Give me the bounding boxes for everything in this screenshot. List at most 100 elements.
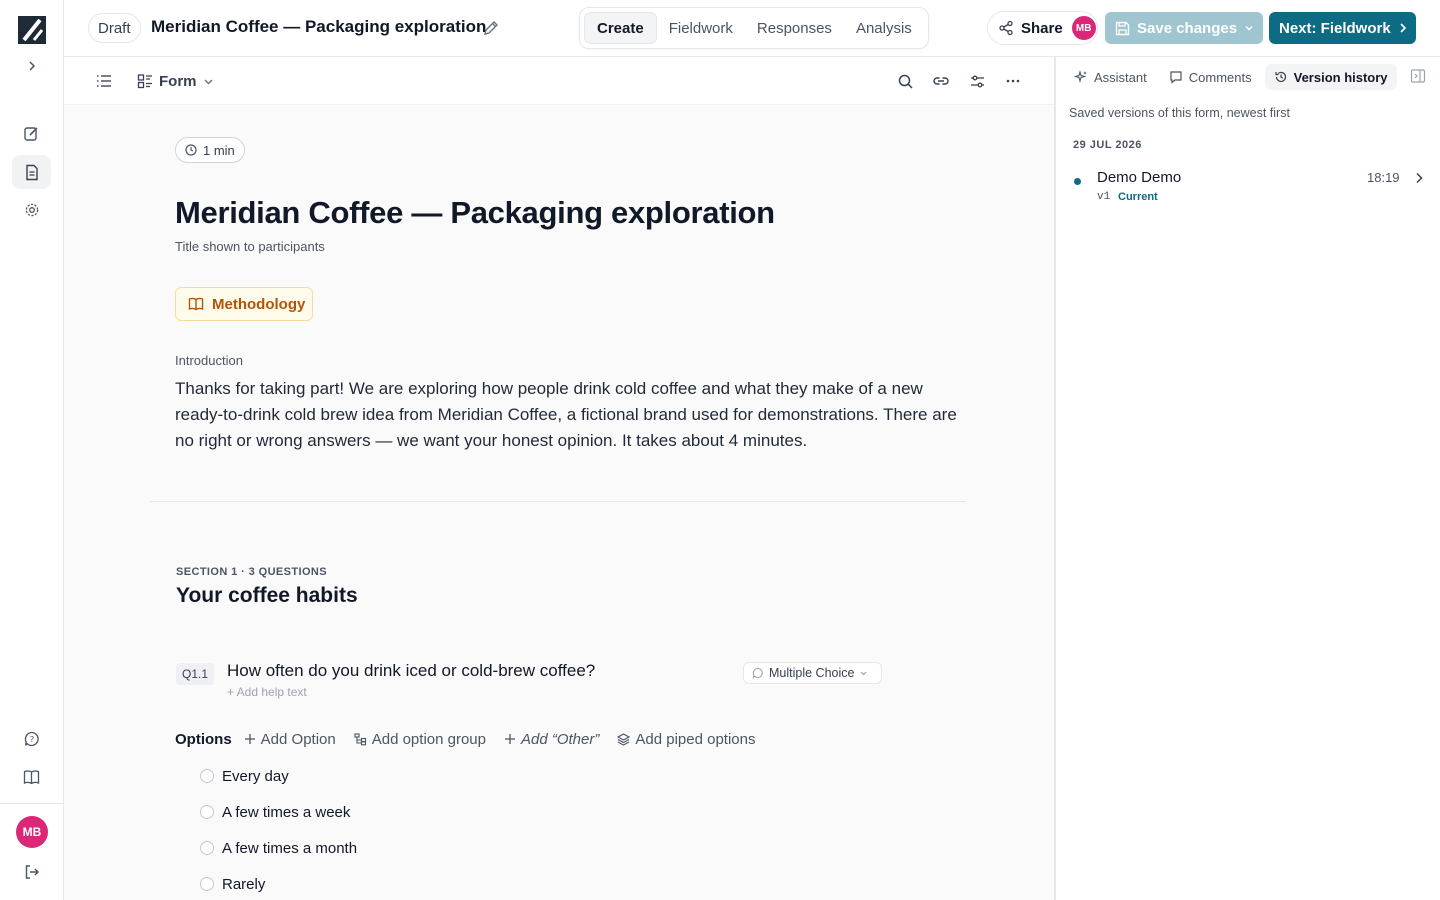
- rail-forms-button[interactable]: [12, 155, 51, 189]
- share-button[interactable]: Share MB: [987, 11, 1098, 45]
- expand-sidebar-icon[interactable]: [22, 56, 42, 76]
- more-options-button[interactable]: [1002, 70, 1024, 92]
- logout-icon: [25, 865, 39, 879]
- panel-tab-assistant[interactable]: Assistant: [1065, 64, 1156, 90]
- book-open-icon: [188, 297, 204, 311]
- chevron-down-icon: [204, 79, 212, 84]
- logic-settings-button[interactable]: [966, 70, 988, 92]
- tab-fieldwork[interactable]: Fieldwork: [657, 12, 745, 44]
- question-type-select[interactable]: Multiple Choice: [743, 662, 882, 684]
- share-avatar: MB: [1071, 16, 1096, 40]
- outline-list-icon[interactable]: [94, 71, 114, 91]
- panel-tab-version-history[interactable]: Version history: [1264, 64, 1397, 90]
- history-icon: [1275, 71, 1286, 83]
- clock-icon: [185, 144, 197, 156]
- plus-icon: [505, 734, 515, 744]
- version-history-description: Saved versions of this form, newest firs…: [1069, 106, 1290, 120]
- top-bar: Draft Meridian Coffee — Packaging explor…: [64, 0, 1440, 57]
- question-number: Q1.1: [176, 663, 215, 685]
- tree-group-icon: [354, 732, 366, 745]
- save-label: Save changes: [1137, 19, 1238, 37]
- rail-settings-button[interactable]: [12, 193, 51, 227]
- chevron-right-icon[interactable]: [1412, 171, 1426, 185]
- question-type-label: Multiple Choice: [769, 666, 855, 680]
- view-selector-label: Form: [159, 72, 197, 90]
- link-icon: [933, 77, 949, 85]
- document-icon: [25, 164, 38, 180]
- rail-edit-button[interactable]: [12, 116, 51, 150]
- duration-value: 1 min: [203, 142, 235, 158]
- chevron-right-icon: [1400, 23, 1406, 33]
- search-button[interactable]: [894, 70, 916, 92]
- view-selector[interactable]: Form: [137, 70, 214, 92]
- add-piped-options-label: Add piped options: [635, 730, 756, 748]
- section-title[interactable]: Your coffee habits: [176, 584, 358, 608]
- plus-icon: [244, 734, 255, 744]
- tab-responses[interactable]: Responses: [745, 12, 844, 44]
- help-chat-icon: ?: [24, 731, 39, 747]
- radio-button[interactable]: [200, 841, 214, 855]
- rail-help-button[interactable]: ?: [12, 722, 51, 756]
- add-option-group-button[interactable]: Add option group: [354, 731, 486, 748]
- share-label: Share: [1021, 19, 1063, 37]
- speech-bubble-icon: [752, 667, 763, 679]
- methodology-label: Methodology: [212, 295, 306, 313]
- radio-button[interactable]: [200, 769, 214, 783]
- panel-tab-label: Comments: [1188, 69, 1252, 85]
- add-help-text-link[interactable]: + Add help text: [227, 685, 307, 699]
- title-hint: Title shown to participants: [175, 239, 325, 254]
- introduction-text[interactable]: Thanks for taking part! We are exploring…: [175, 376, 965, 454]
- panel-tab-label: Version history: [1293, 69, 1388, 85]
- add-option-button[interactable]: Add Option: [244, 731, 336, 748]
- options-toolbar: Options Add Option Add option group Add …: [175, 729, 773, 749]
- next-fieldwork-button[interactable]: Next: Fieldwork: [1269, 12, 1416, 44]
- add-piped-options-button[interactable]: Add piped options: [617, 731, 755, 748]
- link-button[interactable]: [930, 70, 952, 92]
- sliders-icon: [970, 75, 984, 87]
- status-badge: Draft: [88, 13, 141, 43]
- add-other-button[interactable]: Add “Other”: [504, 731, 599, 748]
- add-option-group-label: Add option group: [371, 730, 486, 748]
- more-horizontal-icon: [1006, 79, 1020, 83]
- add-other-label: Add “Other”: [521, 730, 600, 748]
- side-panel: Assistant Comments Version history Saved…: [1054, 57, 1440, 900]
- panel-tabs: Assistant Comments Version history: [1065, 64, 1397, 90]
- layers-icon: [617, 732, 631, 746]
- logout-button[interactable]: [12, 855, 51, 889]
- next-label: Next: Fieldwork: [1279, 19, 1391, 37]
- save-changes-button[interactable]: Save changes: [1105, 12, 1263, 44]
- radio-button[interactable]: [200, 805, 214, 819]
- option-label: A few times a week: [222, 803, 351, 821]
- methodology-button[interactable]: Methodology: [175, 287, 313, 321]
- chevron-down-icon: [861, 671, 867, 675]
- panel-tab-comments[interactable]: Comments: [1160, 64, 1261, 90]
- rail-docs-button[interactable]: [12, 760, 51, 794]
- option-item[interactable]: A few times a week: [200, 802, 350, 822]
- radio-button[interactable]: [200, 877, 214, 891]
- form-title-field[interactable]: Meridian Coffee — Packaging exploration: [175, 195, 775, 231]
- option-label: A few times a month: [222, 839, 358, 857]
- search-icon: [898, 74, 913, 89]
- option-item[interactable]: Every day: [200, 766, 289, 786]
- version-author[interactable]: Demo Demo: [1097, 169, 1181, 186]
- left-rail: ? MB: [0, 0, 64, 900]
- collapse-panel-icon[interactable]: [1410, 68, 1428, 86]
- option-item[interactable]: A few times a month: [200, 838, 357, 858]
- save-icon: [1115, 21, 1130, 35]
- introduction-label: Introduction: [175, 353, 243, 368]
- share-icon: [999, 20, 1013, 36]
- duration-badge: 1 min: [175, 137, 245, 163]
- option-item[interactable]: Rarely: [200, 874, 265, 894]
- form-layout-icon: [137, 74, 152, 89]
- svg-text:?: ?: [29, 735, 33, 744]
- question-text[interactable]: How often do you drink iced or cold-brew…: [227, 661, 595, 681]
- editor-toolbar: Form: [64, 57, 1054, 105]
- app-logo-icon[interactable]: [18, 16, 46, 44]
- user-avatar[interactable]: MB: [16, 816, 48, 848]
- book-icon: [23, 770, 40, 785]
- tab-create[interactable]: Create: [584, 12, 657, 44]
- edit-icon: [24, 126, 38, 141]
- tab-analysis[interactable]: Analysis: [844, 12, 924, 44]
- rename-pencil-icon[interactable]: [481, 18, 501, 38]
- chevron-down-icon: [1245, 26, 1253, 31]
